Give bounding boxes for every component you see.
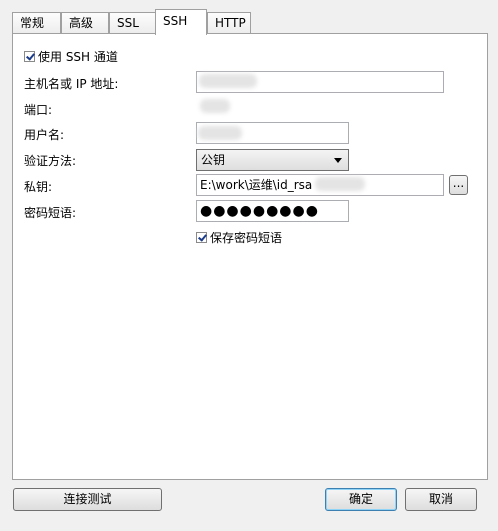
redacted-username-mask [198, 126, 242, 140]
redacted-port-mask [200, 99, 230, 113]
ok-button[interactable]: 确定 [325, 488, 397, 511]
chevron-down-icon [334, 158, 342, 163]
save-passphrase-checkbox[interactable]: 保存密码短语 [196, 229, 282, 247]
save-passphrase-label: 保存密码短语 [210, 231, 283, 245]
use-ssh-tunnel-checkbox[interactable]: 使用 SSH 通道 [24, 48, 118, 66]
passphrase-input[interactable]: ●●●●●●●●● [196, 200, 349, 222]
username-label: 用户名: [24, 128, 65, 142]
redacted-host-mask [199, 74, 257, 88]
host-label: 主机名或 IP 地址: [24, 77, 119, 91]
ssh-settings-panel: 使用 SSH 通道 主机名或 IP 地址: 端口: 用户名: 验证方法: 公钥 … [12, 33, 488, 480]
tab-advanced[interactable]: 高级 [61, 12, 109, 34]
auth-method-value: 公钥 [201, 153, 226, 167]
port-label: 端口: [24, 103, 53, 117]
browse-key-button[interactable]: ... [449, 175, 468, 195]
tab-ssl[interactable]: SSL [109, 12, 157, 34]
private-key-label: 私钥: [24, 180, 53, 194]
checkbox-checked-icon [24, 51, 35, 62]
cancel-button[interactable]: 取消 [405, 488, 477, 511]
auth-method-label: 验证方法: [24, 154, 77, 168]
redacted-key-mask [315, 177, 365, 191]
passphrase-label: 密码短语: [24, 206, 77, 220]
tab-general[interactable]: 常规 [12, 12, 61, 34]
checkbox-checked-icon [196, 232, 207, 243]
use-ssh-tunnel-label: 使用 SSH 通道 [38, 50, 118, 64]
tab-ssh[interactable]: SSH [155, 9, 207, 35]
tab-http[interactable]: HTTP [207, 12, 251, 34]
auth-method-select[interactable]: 公钥 [196, 149, 349, 171]
test-connection-button[interactable]: 连接测试 [13, 488, 162, 511]
